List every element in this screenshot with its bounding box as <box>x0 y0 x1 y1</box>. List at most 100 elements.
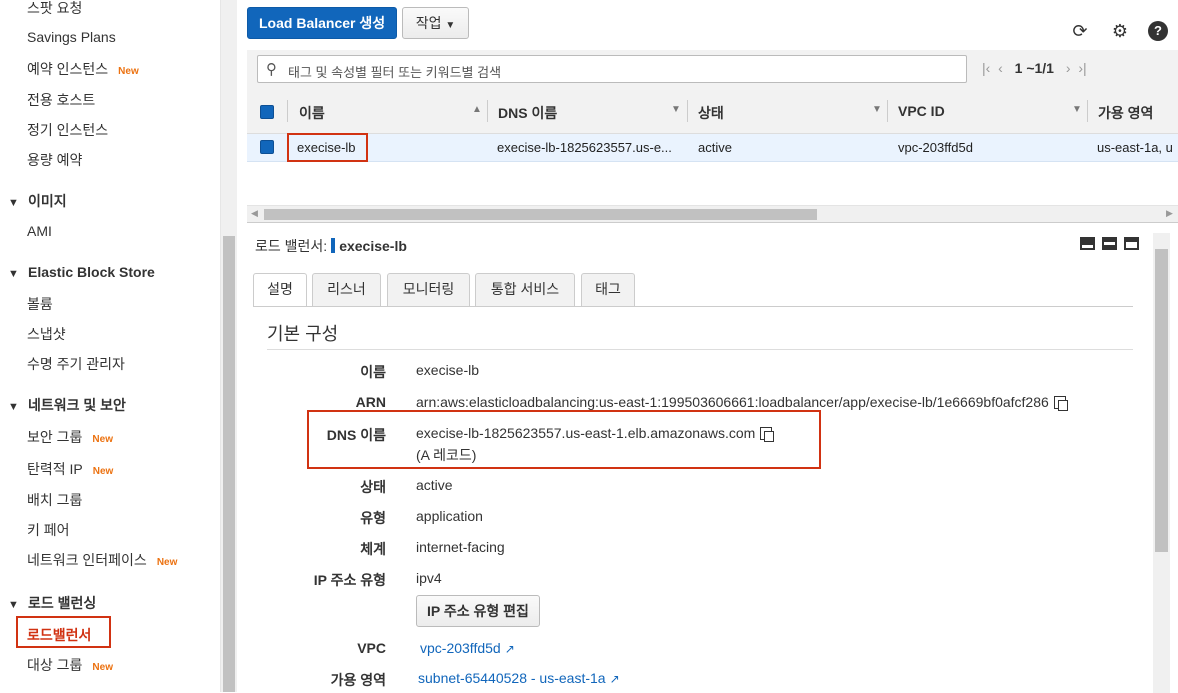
field-value-name: execise-lb <box>416 362 480 378</box>
panel-maximize-icon[interactable] <box>1080 237 1095 250</box>
tab-monitoring[interactable]: 모니터링 <box>387 273 470 306</box>
table-horizontal-scrollbar[interactable]: ◀ ▶ <box>247 205 1178 222</box>
field-label-scheme: 체계 <box>360 541 386 557</box>
sidebar-scrollbar[interactable] <box>220 0 237 692</box>
sidebar-item-key-pairs[interactable]: 키 페어 <box>27 520 70 540</box>
sort-icon[interactable]: ▼ <box>872 104 882 115</box>
field-value-ip-type: ipv4 <box>416 570 442 586</box>
prev-page-icon[interactable]: ‹ <box>998 60 1003 76</box>
sidebar-item-snapshots[interactable]: 스냅샷 <box>27 324 66 344</box>
copy-icon[interactable] <box>1053 396 1068 411</box>
highlight-box <box>16 616 111 648</box>
field-value-arn: arn:aws:elasticloadbalancing:us-east-1:1… <box>416 394 1068 411</box>
main-content: Load Balancer 생성 작업 ▼ ⟳ ⚙ ? ⚲ 태그 및 속성별 필… <box>237 0 1178 693</box>
detail-vertical-scrollbar[interactable] <box>1153 233 1170 693</box>
scrollbar-thumb[interactable] <box>223 236 235 692</box>
detail-title-prefix: 로드 밸런서: <box>255 238 328 254</box>
sidebar-section-title: 네트워크 및 보안 <box>28 397 126 413</box>
last-page-icon[interactable]: ›| <box>1078 60 1086 76</box>
edit-ip-type-button[interactable]: IP 주소 유형 편집 <box>416 595 540 627</box>
sidebar-item-security-groups[interactable]: 보안 그룹 New <box>27 427 113 447</box>
scrollbar-thumb[interactable] <box>264 209 817 220</box>
cell-vpc: vpc-203ffd5d <box>898 140 973 155</box>
tab-listeners[interactable]: 리스너 <box>312 273 381 306</box>
new-badge: New <box>92 662 113 673</box>
row-checkbox[interactable] <box>260 140 274 154</box>
sidebar-section-title: 이미지 <box>28 193 67 209</box>
gear-icon[interactable]: ⚙ <box>1109 20 1131 42</box>
sort-icon[interactable]: ▼ <box>1072 104 1082 115</box>
refresh-icon[interactable]: ⟳ <box>1069 20 1091 42</box>
sidebar-item-reserved-instances[interactable]: 예약 인스턴스 New <box>27 59 139 79</box>
sidebar-item-spot-requests[interactable]: 스팟 요청 <box>27 0 82 18</box>
sort-icon[interactable]: ▼ <box>671 104 681 115</box>
copy-icon[interactable] <box>760 427 775 442</box>
filter-bar: ⚲ 태그 및 속성별 필터 또는 키워드별 검색 |‹ ‹ 1 ~1/1 › ›… <box>247 50 1178 88</box>
sidebar-item-savings-plans[interactable]: Savings Plans <box>27 29 116 45</box>
scroll-left-icon[interactable]: ◀ <box>251 208 258 219</box>
sidebar-item-target-groups[interactable]: 대상 그룹 New <box>27 655 113 675</box>
tab-description[interactable]: 설명 <box>253 273 307 307</box>
detail-title-name: execise-lb <box>339 238 407 254</box>
vpc-link[interactable]: vpc-203ffd5d <box>420 640 501 656</box>
scrollbar-thumb[interactable] <box>1155 249 1168 552</box>
next-page-icon[interactable]: › <box>1066 60 1071 76</box>
sidebar-item-network-interfaces[interactable]: 네트워크 인터페이스 New <box>27 550 177 570</box>
sidebar-section-images[interactable]: ▼ 이미지 <box>8 191 67 211</box>
sidebar-item-label: 탄력적 IP <box>27 461 83 477</box>
column-header-dns[interactable]: DNS 이름 <box>498 103 557 123</box>
sidebar-item-volumes[interactable]: 볼륨 <box>27 294 53 314</box>
sidebar-item-label: AMI <box>27 223 52 239</box>
panel-size-controls <box>1073 237 1139 253</box>
actions-button[interactable]: 작업 ▼ <box>402 7 469 39</box>
sort-asc-icon[interactable]: ▲ <box>472 104 482 115</box>
field-label-arn: ARN <box>355 394 386 410</box>
subnet-link[interactable]: subnet-65440528 - us-east-1a <box>418 670 606 686</box>
detail-title: 로드 밸런서: execise-lb <box>255 236 407 256</box>
arn-text: arn:aws:elasticloadbalancing:us-east-1:1… <box>416 394 1049 410</box>
scroll-right-icon[interactable]: ▶ <box>1166 208 1173 219</box>
column-header-state[interactable]: 상태 <box>698 103 724 123</box>
external-link-icon[interactable]: ↗ <box>505 642 515 656</box>
field-label-state: 상태 <box>360 479 386 495</box>
table-row[interactable]: execise-lb execise-lb-1825623557.us-e...… <box>247 133 1178 162</box>
cell-az: us-east-1a, u <box>1097 140 1173 155</box>
sidebar-item-ami[interactable]: AMI <box>27 223 52 239</box>
tab-integrated-services[interactable]: 통합 서비스 <box>475 273 575 306</box>
sidebar-item-scheduled-instances[interactable]: 정기 인스턴스 <box>27 120 108 140</box>
field-value-state: active <box>416 477 453 493</box>
sidebar-section-ebs[interactable]: ▼ Elastic Block Store <box>8 264 155 280</box>
sidebar-section-network[interactable]: ▼ 네트워크 및 보안 <box>8 395 126 415</box>
external-link-icon[interactable]: ↗ <box>610 672 620 686</box>
help-icon[interactable]: ? <box>1148 21 1168 41</box>
sidebar-item-lifecycle-manager[interactable]: 수명 주기 관리자 <box>27 354 125 374</box>
sidebar-item-label: Savings Plans <box>27 29 116 45</box>
cell-dns: execise-lb-1825623557.us-e... <box>497 140 672 155</box>
select-all-checkbox[interactable] <box>260 105 274 119</box>
dns-text: execise-lb-1825623557.us-east-1.elb.amaz… <box>416 425 756 441</box>
sidebar-item-dedicated-hosts[interactable]: 전용 호스트 <box>27 90 95 110</box>
sidebar-item-label: 스냅샷 <box>27 326 66 342</box>
sidebar-item-placement-groups[interactable]: 배치 그룹 <box>27 490 82 510</box>
field-label-dns: DNS 이름 <box>326 427 386 443</box>
sidebar-section-load-balancing[interactable]: ▼ 로드 밸런싱 <box>8 593 96 613</box>
create-load-balancer-button[interactable]: Load Balancer 생성 <box>247 7 398 39</box>
sidebar-item-elastic-ip[interactable]: 탄력적 IP New <box>27 459 113 479</box>
first-page-icon[interactable]: |‹ <box>982 60 990 76</box>
column-header-name[interactable]: 이름 <box>299 103 325 123</box>
sidebar-item-label: 정기 인스턴스 <box>27 122 109 138</box>
search-icon: ⚲ <box>266 61 277 78</box>
tab-tags[interactable]: 태그 <box>581 273 635 306</box>
column-header-vpc[interactable]: VPC ID <box>898 103 945 119</box>
panel-minimize-icon[interactable] <box>1124 237 1139 250</box>
detail-panel: 로드 밸런서: execise-lb 설명 리스너 모니터링 통합 서비스 태그 … <box>247 222 1178 693</box>
panel-split-icon[interactable] <box>1102 237 1117 250</box>
sidebar-item-label: 볼륨 <box>27 296 53 312</box>
column-header-az[interactable]: 가용 영역 <box>1098 103 1153 123</box>
cell-state: active <box>698 140 732 155</box>
sidebar-item-capacity-reservations[interactable]: 용량 예약 <box>27 150 82 170</box>
search-input[interactable]: ⚲ 태그 및 속성별 필터 또는 키워드별 검색 <box>257 55 967 83</box>
field-value-vpc: vpc-203ffd5d ↗ <box>420 640 515 656</box>
new-badge: New <box>92 434 113 445</box>
caret-down-icon: ▼ <box>8 599 19 611</box>
